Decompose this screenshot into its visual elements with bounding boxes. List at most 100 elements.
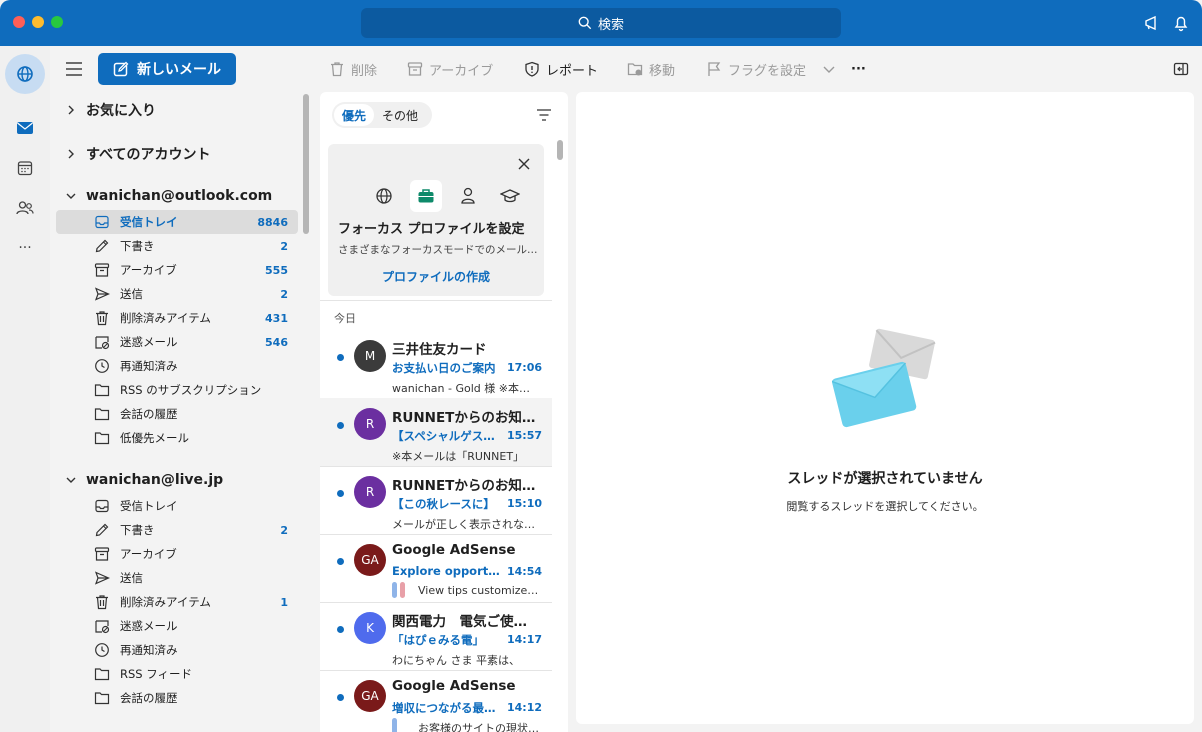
- briefcase-icon[interactable]: [410, 180, 442, 212]
- new-mail-button[interactable]: 新しいメール: [98, 53, 236, 85]
- avatar: R: [354, 476, 386, 508]
- account-group-outlook[interactable]: wanichan@outlook.com: [66, 188, 272, 204]
- folder-item[interactable]: RSS のサブスクリプション: [56, 378, 298, 402]
- compose-icon: [113, 61, 129, 77]
- mail-icon: [17, 122, 33, 134]
- trash-icon: [96, 311, 108, 326]
- all-accounts-group[interactable]: すべてのアカウント: [66, 144, 210, 164]
- folder-item[interactable]: 再通知済み: [56, 638, 298, 662]
- flag-dropdown-button[interactable]: [821, 60, 837, 78]
- toggle-pane-button[interactable]: [1173, 60, 1189, 78]
- rail-more-apps[interactable]: ···: [5, 228, 45, 268]
- folder-item[interactable]: アーカイブ: [56, 542, 298, 566]
- message-item[interactable]: R RUNNETからのお知らせ 【この秋レースに】 15:10 メールが正しく表示されな…: [320, 466, 552, 534]
- message-item[interactable]: K 関西電力 電気ご使用量のお知らせ「はぴｅみる電」 14:17 わにちゃん さま 平…: [320, 602, 552, 670]
- flag-label: フラグを設定: [728, 63, 807, 79]
- folder-item[interactable]: 受信トレイ 8846: [56, 210, 298, 234]
- more-label: ···: [851, 61, 866, 77]
- folder-pane: 新しいメール お気に入り すべてのアカウント wanichan@outlook.…: [50, 46, 315, 732]
- message-item[interactable]: M 三井住友カード お支払い日のご案内 17:06 wanichan - Gold 様 …: [320, 330, 552, 398]
- create-profile-link[interactable]: プロファイルの作成: [328, 268, 544, 285]
- send-icon: [94, 287, 110, 301]
- bell-icon[interactable]: [1172, 14, 1190, 32]
- message-list-scrollbar[interactable]: [557, 140, 563, 160]
- section-header-today: 今日: [334, 312, 356, 325]
- chevron-down-icon: [823, 66, 835, 73]
- rail-mail[interactable]: [5, 108, 45, 148]
- zoom-window-button[interactable]: [51, 16, 63, 28]
- folder-item[interactable]: 下書き 2: [56, 234, 298, 258]
- filter-icon[interactable]: [536, 108, 552, 122]
- more-actions-button[interactable]: ···: [851, 60, 866, 78]
- folder-item[interactable]: 再通知済み: [56, 354, 298, 378]
- message-subject: 【この秋レースに】: [392, 497, 495, 511]
- hamburger-menu-icon[interactable]: [66, 62, 82, 76]
- folder-item[interactable]: 下書き 2: [56, 518, 298, 542]
- folder-label: アーカイブ: [120, 263, 177, 277]
- archive-icon: [94, 547, 110, 561]
- rail-calendar[interactable]: [5, 148, 45, 188]
- folder-item[interactable]: 削除済みアイテム 1: [56, 590, 298, 614]
- delete-button[interactable]: 削除: [329, 60, 377, 79]
- folder-item[interactable]: アーカイブ 555: [56, 258, 298, 282]
- person-icon[interactable]: [452, 180, 484, 212]
- folder-label: 下書き: [120, 239, 155, 253]
- message-time: 15:10: [507, 497, 543, 510]
- account-email: wanichan@outlook.com: [86, 188, 273, 204]
- archive-icon: [407, 62, 423, 76]
- reading-pane: スレッドが選択されていません 閲覧するスレッドを選択してください。: [576, 92, 1194, 724]
- close-icon[interactable]: [518, 158, 530, 170]
- folder-label: 受信トレイ: [120, 215, 178, 229]
- favorites-group[interactable]: お気に入り: [66, 100, 156, 120]
- folder-label: 送信: [120, 571, 143, 585]
- archive-button[interactable]: アーカイブ: [407, 60, 493, 79]
- shield-icon: [525, 61, 539, 77]
- folder-label: RSS フィード: [120, 667, 193, 681]
- folder-item[interactable]: 低優先メール: [56, 426, 298, 450]
- message-preview: View tips customized for you: [418, 584, 540, 597]
- pencil-icon: [95, 239, 109, 253]
- message-preview: わにちゃん さま 平素は、: [392, 654, 520, 667]
- clock-icon: [95, 359, 109, 373]
- message-item[interactable]: GA Google AdSense Explore opportunities 14:…: [320, 534, 552, 602]
- graduation-cap-icon[interactable]: [494, 180, 526, 212]
- folder-item[interactable]: 会話の履歴: [56, 686, 298, 710]
- panel-toggle-icon: [1173, 62, 1189, 76]
- message-item[interactable]: GA Google AdSense 増収につながる最適化案 14:12 お客様のサイトの…: [320, 670, 552, 732]
- rail-people[interactable]: [5, 188, 45, 228]
- send-icon: [94, 571, 110, 585]
- inbox-pivot: 優先 その他: [332, 102, 432, 128]
- folder-item[interactable]: 送信 2: [56, 282, 298, 306]
- flag-button[interactable]: フラグを設定: [706, 60, 807, 79]
- folder-item[interactable]: 会話の履歴: [56, 402, 298, 426]
- folder-label: 下書き: [120, 523, 155, 537]
- folder-item[interactable]: 迷惑メール 546: [56, 330, 298, 354]
- move-button[interactable]: 移動: [627, 60, 675, 79]
- megaphone-icon[interactable]: [1143, 14, 1161, 32]
- minimize-window-button[interactable]: [32, 16, 44, 28]
- folder-icon: [94, 432, 110, 445]
- folder-item[interactable]: 削除済みアイテム 431: [56, 306, 298, 330]
- folder-item[interactable]: 迷惑メール: [56, 614, 298, 638]
- rail-all-accounts[interactable]: [5, 54, 45, 94]
- folder-item[interactable]: 送信: [56, 566, 298, 590]
- globe-icon[interactable]: [368, 180, 400, 212]
- category-tags: [392, 582, 405, 598]
- tab-other[interactable]: その他: [374, 104, 426, 126]
- message-subject: お支払い日のご案内: [392, 361, 496, 375]
- report-button[interactable]: レポート: [524, 60, 598, 79]
- chevron-right-icon: [68, 105, 74, 115]
- message-preview: メールが正しく表示されない場合: [392, 518, 540, 531]
- message-sender: Google AdSense: [392, 678, 516, 694]
- close-window-button[interactable]: [13, 16, 25, 28]
- message-item[interactable]: R RUNNETからのお知らせ 【スペシャルゲスト】 15:57 ※本メールは「RUNN…: [320, 398, 552, 466]
- message-list: 優先 その他 フォーカス プロファイルを設定 さまざまなフォーカスモードでのメー…: [320, 92, 568, 732]
- chevron-right-icon: [68, 149, 74, 159]
- search-box[interactable]: 検索: [361, 8, 841, 38]
- account-group-live[interactable]: wanichan@live.jp: [66, 472, 223, 488]
- folder-item[interactable]: 受信トレイ: [56, 494, 298, 518]
- folder-icon: [94, 692, 110, 705]
- tab-focused[interactable]: 優先: [334, 104, 375, 126]
- folder-pane-scrollbar[interactable]: [303, 94, 309, 234]
- folder-item[interactable]: RSS フィード: [56, 662, 298, 686]
